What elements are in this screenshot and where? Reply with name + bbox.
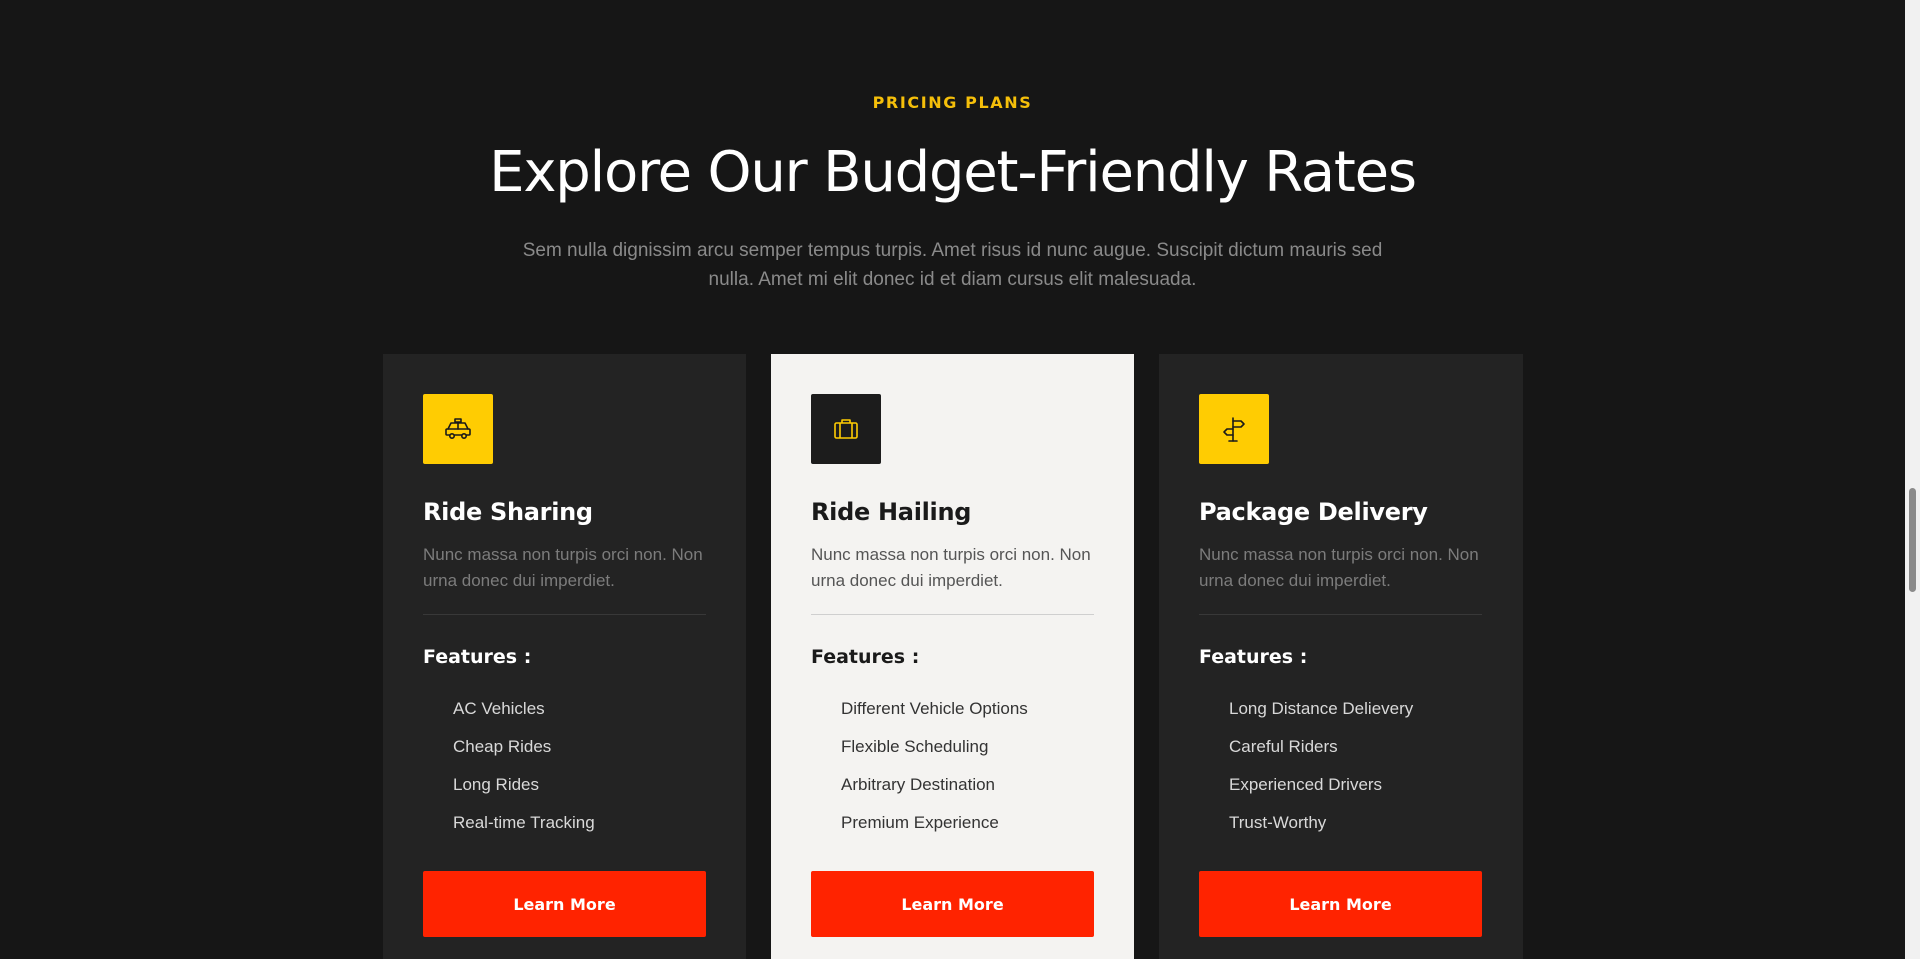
feature-item: Flexible Scheduling xyxy=(841,737,989,756)
plan-title: Package Delivery xyxy=(1199,498,1428,526)
divider xyxy=(423,614,706,615)
plan-description: Nunc massa non turpis orci non. Non urna… xyxy=(1199,545,1479,590)
taxi-car-icon xyxy=(443,414,473,444)
features-heading: Features : xyxy=(811,646,920,668)
plan-icon-box xyxy=(1199,394,1269,464)
feature-item: Long Rides xyxy=(453,775,540,794)
feature-item: Premium Experience xyxy=(841,813,999,832)
pricing-card-ride-hailing: Ride Hailing Nunc massa non turpis orci … xyxy=(771,354,1134,959)
features-list: AC Vehicles Cheap Rides Long Rides Real-… xyxy=(423,699,706,851)
feature-item: Arbitrary Destination xyxy=(841,775,996,794)
pricing-card-ride-sharing: Ride Sharing Nunc massa non turpis orci … xyxy=(383,354,746,959)
feature-item: Long Distance Delievery xyxy=(1229,699,1414,718)
plan-description: Nunc massa non turpis orci non. Non urna… xyxy=(811,545,1091,590)
plan-icon-box xyxy=(423,394,493,464)
briefcase-icon xyxy=(831,414,861,444)
feature-item: Careful Riders xyxy=(1229,737,1338,756)
features-heading: Features : xyxy=(1199,646,1308,668)
divider xyxy=(1199,614,1482,615)
plan-title: Ride Sharing xyxy=(423,498,593,526)
section-title: Explore Our Budget-Friendly Rates xyxy=(489,140,1417,205)
page-scrollbar[interactable] xyxy=(1905,0,1920,959)
plan-description: Nunc massa non turpis orci non. Non urna… xyxy=(423,545,703,590)
section-eyebrow: PRICING PLANS xyxy=(872,93,1033,112)
features-list: Long Distance Delievery Careful Riders E… xyxy=(1199,699,1483,851)
pricing-section: PRICING PLANS Explore Our Budget-Friendl… xyxy=(0,0,1920,959)
learn-more-button[interactable]: Learn More xyxy=(423,871,706,937)
divider xyxy=(811,614,1094,615)
section-description-wrapper: Sem nulla dignissim arcu semper tempus t… xyxy=(0,236,1905,294)
feature-item: Experienced Drivers xyxy=(1229,775,1383,794)
scrollbar-thumb[interactable] xyxy=(1909,488,1916,592)
feature-item: Trust-Worthy xyxy=(1229,813,1327,832)
features-heading: Features : xyxy=(423,646,532,668)
feature-item: Different Vehicle Options xyxy=(841,699,1028,718)
plan-icon-box xyxy=(811,394,881,464)
features-list: Different Vehicle Options Flexible Sched… xyxy=(811,699,1094,851)
pricing-card-package-delivery: Package Delivery Nunc massa non turpis o… xyxy=(1159,354,1523,959)
learn-more-button[interactable]: Learn More xyxy=(1199,871,1482,937)
feature-item: Cheap Rides xyxy=(453,737,552,756)
plan-title: Ride Hailing xyxy=(811,498,972,526)
feature-item: Real-time Tracking xyxy=(453,813,595,832)
section-description: Sem nulla dignissim arcu semper tempus t… xyxy=(522,240,1383,290)
feature-item: AC Vehicles xyxy=(453,699,545,718)
learn-more-button[interactable]: Learn More xyxy=(811,871,1094,937)
signpost-icon xyxy=(1219,414,1249,444)
